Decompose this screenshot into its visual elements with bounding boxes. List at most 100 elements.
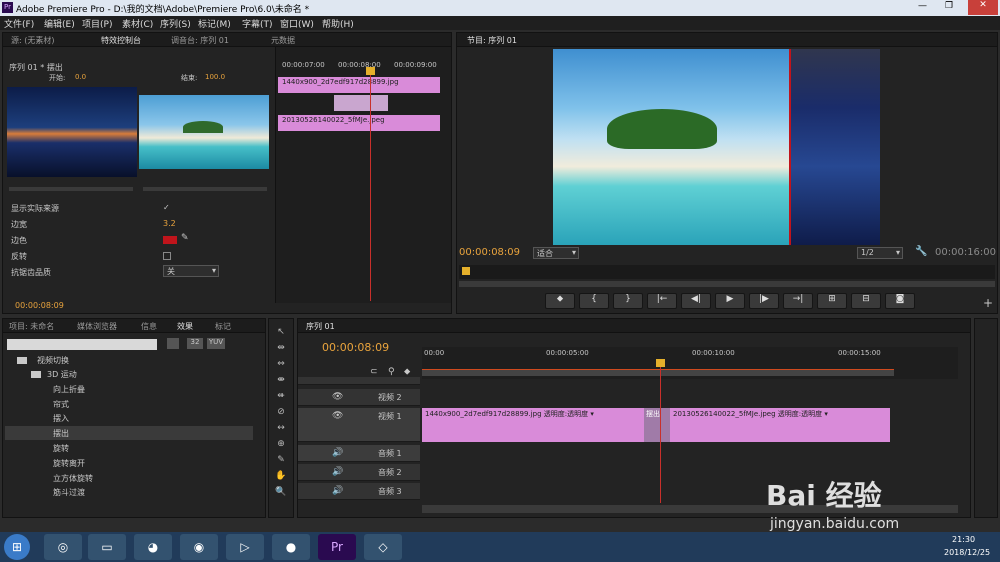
step-back-button[interactable]: ◀| <box>681 293 711 309</box>
minimize-button[interactable]: — <box>918 1 927 11</box>
task-firefox-icon[interactable]: ◉ <box>180 534 218 560</box>
speaker-icon[interactable]: 🔊 <box>332 467 343 477</box>
tree-item-2[interactable]: 摆入 <box>53 413 69 424</box>
slide-tool-icon[interactable]: ⊕ <box>273 439 289 452</box>
eyedropper-icon[interactable]: ✎ <box>181 233 189 243</box>
start-button[interactable]: ⊞ <box>4 534 30 560</box>
timeline-clip-2[interactable]: 20130526140022_5fMJe.jpeg 透明度:透明度 ▾ <box>670 408 890 442</box>
task-qq-icon[interactable]: ◕ <box>134 534 172 560</box>
task-app-icon[interactable]: ◇ <box>364 534 402 560</box>
transition-clip[interactable]: 摆出 <box>644 408 670 442</box>
end-value[interactable]: 100.0 <box>205 73 225 81</box>
ripple-edit-tool-icon[interactable]: ⇔ <box>273 359 289 372</box>
speaker-icon[interactable]: 🔊 <box>332 448 343 458</box>
track-header-video-2[interactable]: 👁 视频 2 <box>298 389 420 406</box>
tab-media-browser[interactable]: 媒体浏览器 <box>77 321 117 332</box>
tree-item-1[interactable]: 帘式 <box>53 399 69 410</box>
effect-clip-b[interactable]: 20130526140022_5fMJe.jpeg <box>278 115 440 131</box>
lift-button[interactable]: ⊞ <box>817 293 847 309</box>
tree-item-6[interactable]: 立方体旋转 <box>53 473 93 484</box>
eye-icon[interactable]: 👁 <box>332 392 343 402</box>
track-header-audio-3[interactable]: 🔊 音频 3 <box>298 483 420 500</box>
tab-audio-mixer[interactable]: 调音台: 序列 01 <box>171 35 229 46</box>
effect-clip-a[interactable]: 1440x900_2d7edf917d28899.jpg <box>278 77 440 93</box>
hand-tool-icon[interactable]: ✋ <box>273 471 289 484</box>
timeline-playhead-line[interactable] <box>660 359 661 503</box>
track-select-tool-icon[interactable]: ⇹ <box>273 343 289 356</box>
tab-source[interactable]: 源: (无素材) <box>11 35 54 46</box>
tab-project[interactable]: 项目: 未命名 <box>9 321 54 332</box>
menu-help[interactable]: 帮助(H) <box>322 17 354 30</box>
tree-group[interactable]: 3D 运动 <box>47 369 77 380</box>
start-value[interactable]: 0.0 <box>75 73 86 81</box>
accelerated-icon[interactable] <box>167 338 179 349</box>
clip-2-fx[interactable]: 透明度:透明度 ▾ <box>778 410 828 418</box>
mark-out-button[interactable]: } <box>613 293 643 309</box>
tab-program[interactable]: 节目: 序列 01 <box>467 35 517 46</box>
slider-start[interactable] <box>9 187 133 191</box>
antialias-dropdown[interactable]: 关 ▾ <box>163 265 219 277</box>
add-button[interactable]: + <box>983 296 993 310</box>
effect-timecode[interactable]: 00:00:08:09 <box>15 301 64 310</box>
fit-dropdown[interactable]: 适合 ▾ <box>533 247 579 259</box>
menu-title[interactable]: 字幕(T) <box>242 17 273 30</box>
track-header-audio-2[interactable]: 🔊 音频 2 <box>298 464 420 481</box>
rate-stretch-tool-icon[interactable]: ⇺ <box>273 391 289 404</box>
timeline-playhead-marker[interactable] <box>656 359 665 367</box>
prop-border-width-value[interactable]: 3.2 <box>163 219 176 228</box>
task-record-icon[interactable]: ● <box>272 534 310 560</box>
transition-block[interactable] <box>334 95 388 111</box>
timeline-timecode[interactable]: 00:00:08:09 <box>322 341 389 354</box>
tab-markers[interactable]: 标记 <box>215 321 231 332</box>
menu-edit[interactable]: 编辑(E) <box>44 17 75 30</box>
track-header-video-1[interactable]: 👁 视频 1 <box>298 408 420 442</box>
task-premiere-icon[interactable]: Pr <box>318 534 356 560</box>
timeline-ruler[interactable]: 00:00 00:00:05:00 00:00:10:00 00:00:15:0… <box>422 347 958 379</box>
tree-item-5[interactable]: 旋转离开 <box>53 458 85 469</box>
go-to-out-button[interactable]: →| <box>783 293 813 309</box>
tab-effects[interactable]: 效果 <box>177 321 193 332</box>
snap-icon[interactable]: ⊂ <box>370 367 378 377</box>
tab-effect-controls[interactable]: 特效控制台 <box>101 35 141 46</box>
program-playhead[interactable] <box>462 267 470 275</box>
task-media-icon[interactable]: ▷ <box>226 534 264 560</box>
task-folder-icon[interactable]: ▭ <box>88 534 126 560</box>
reverse-checkbox[interactable] <box>163 252 171 260</box>
yuv-icon[interactable]: YUV <box>207 338 225 349</box>
menu-project[interactable]: 项目(P) <box>82 17 112 30</box>
speaker-icon[interactable]: 🔊 <box>332 486 343 496</box>
selection-tool-icon[interactable]: ↖ <box>273 327 289 340</box>
extract-button[interactable]: ⊟ <box>851 293 881 309</box>
eye-icon[interactable]: 👁 <box>332 411 343 421</box>
timeline-clip-1[interactable]: 1440x900_2d7edf917d28899.jpg 透明度:透明度 ▾ <box>422 408 658 442</box>
menu-clip[interactable]: 素材(C) <box>122 17 153 30</box>
menu-marker[interactable]: 标记(M) <box>198 17 231 30</box>
program-zoom-bar[interactable] <box>459 281 995 287</box>
slip-tool-icon[interactable]: ↔ <box>273 423 289 436</box>
play-button[interactable]: ▶ <box>715 293 745 309</box>
mark-in-button[interactable]: { <box>579 293 609 309</box>
track-header-audio-1[interactable]: 🔊 音频 1 <box>298 445 420 462</box>
clock-date[interactable]: 2018/12/25 <box>944 548 990 557</box>
playhead-line[interactable] <box>370 71 371 301</box>
step-forward-button[interactable]: |▶ <box>749 293 779 309</box>
tree-root[interactable]: 视频切换 <box>37 355 69 366</box>
menu-file[interactable]: 文件(F) <box>4 17 34 30</box>
tree-item-0[interactable]: 向上折叠 <box>53 384 85 395</box>
prop-show-source-checkbox[interactable]: ✓ <box>163 203 170 212</box>
export-frame-button[interactable]: ◙ <box>885 293 915 309</box>
tab-metadata[interactable]: 元数据 <box>271 35 295 46</box>
tree-item-4[interactable]: 旋转 <box>53 443 69 454</box>
border-color-swatch[interactable] <box>163 236 177 244</box>
add-marker-button[interactable]: ⬥ <box>545 293 575 309</box>
tree-item-3[interactable]: 摆出 <box>53 428 69 439</box>
menu-window[interactable]: 窗口(W) <box>280 17 314 30</box>
pen-tool-icon[interactable]: ✎ <box>273 455 289 468</box>
link-icon[interactable]: ⚲ <box>388 367 395 377</box>
program-timecode[interactable]: 00:00:08:09 <box>459 247 520 258</box>
track-header-video-3[interactable] <box>298 377 420 385</box>
resolution-dropdown[interactable]: 1/2 ▾ <box>857 247 903 259</box>
clip-1-fx[interactable]: 透明度:透明度 ▾ <box>544 410 594 418</box>
maximize-button[interactable]: ❐ <box>945 1 953 11</box>
close-button[interactable]: ✕ <box>968 0 998 15</box>
